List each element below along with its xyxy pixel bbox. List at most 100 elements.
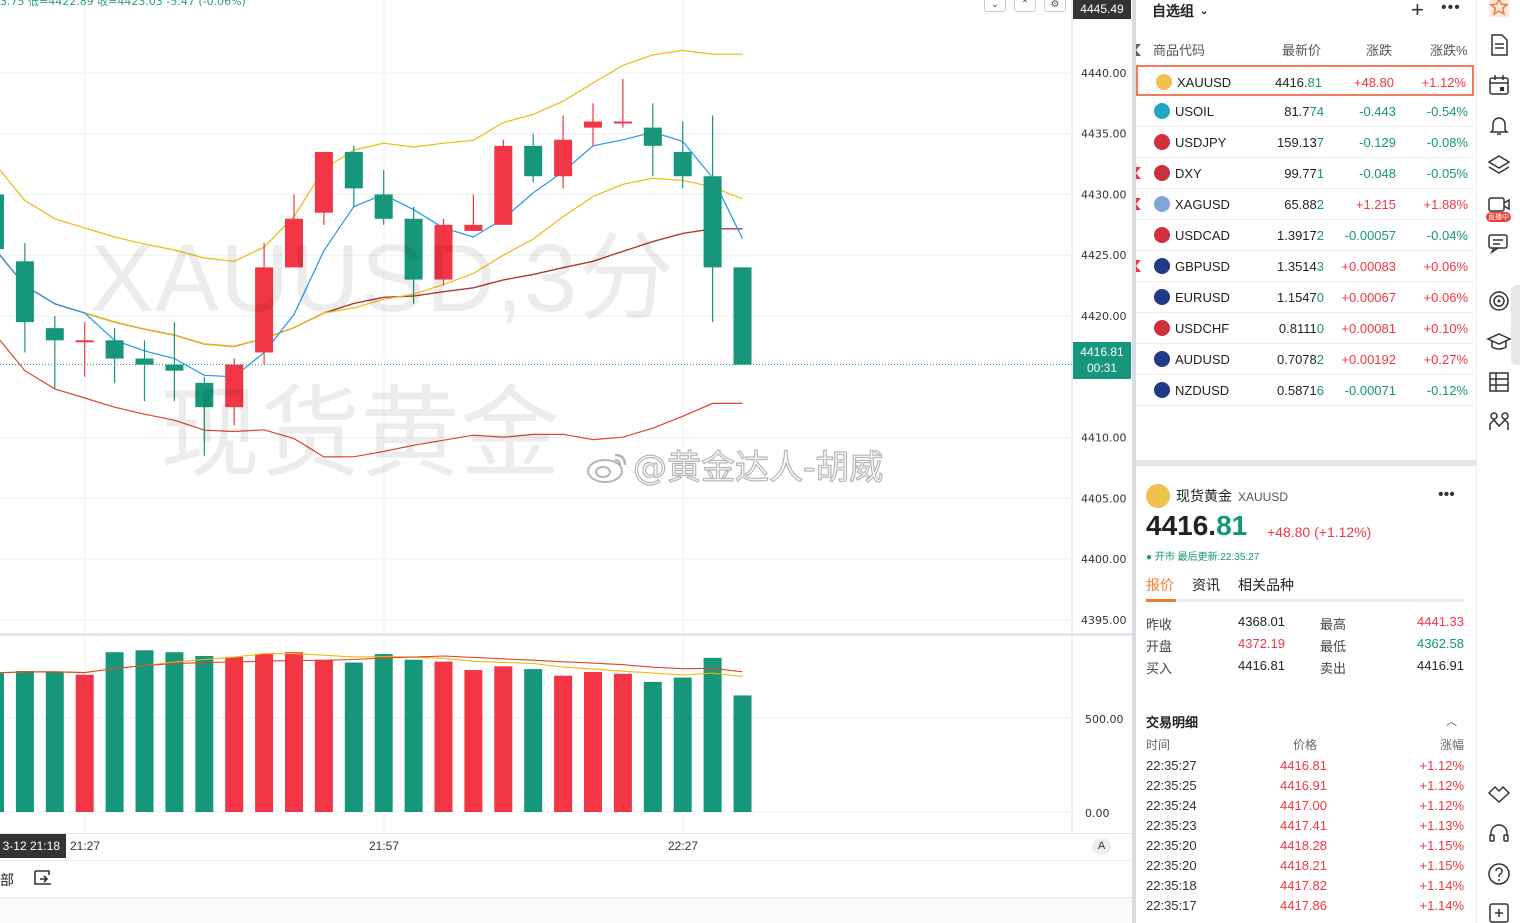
collapse-up-icon[interactable]: ⌃ — [1014, 0, 1036, 12]
watchlist-row[interactable]: XAUUSD 4416.81 +48.80 +1.12% — [1136, 65, 1474, 96]
flag-marker-icon[interactable] — [1136, 167, 1141, 179]
trade-price: 4417.41 — [1280, 818, 1327, 833]
trade-pct: +1.12% — [1419, 798, 1464, 813]
volume-bar — [135, 650, 154, 812]
trade-row: 22:35:25 4416.91 +1.12% — [1146, 778, 1464, 798]
volume-bar — [584, 671, 602, 812]
watchlist-change: +1.215 — [1355, 197, 1396, 212]
market-status: ● 开市 最后更新:22:35:27 — [1146, 552, 1260, 563]
candle-body — [643, 127, 662, 146]
col-price: 价格 — [1293, 738, 1318, 752]
watchlist-row[interactable]: EURUSD 1.15470 +0.00067 +0.06% — [1136, 282, 1474, 313]
detail-header: 现货黄金 XAUUSD — [1146, 484, 1288, 508]
detail-symbol: XAUUSD — [1238, 490, 1289, 504]
alert-bell-icon[interactable] — [1486, 112, 1512, 138]
watchlist-group-selector[interactable]: 自选组 ⌄ — [1152, 1, 1208, 21]
watchlist-row[interactable]: USDCHF 0.81110 +0.00081 +0.10% — [1136, 313, 1474, 344]
bottom-tool-label[interactable]: 部 — [0, 870, 14, 890]
settings-icon[interactable]: ⚙ — [1044, 0, 1066, 12]
target-icon[interactable] — [1486, 288, 1512, 314]
volume-bar — [314, 659, 333, 812]
layers-icon[interactable] — [1486, 152, 1512, 178]
flag-marker-icon[interactable] — [1136, 260, 1141, 272]
add-symbol-icon[interactable]: + — [1411, 0, 1424, 23]
calendar-icon[interactable] — [1486, 72, 1512, 98]
col-last[interactable]: 最新价 — [1282, 40, 1321, 59]
tab-related[interactable]: 相关品种 — [1238, 575, 1294, 595]
trade-row: 22:35:23 4417.41 +1.13% — [1146, 818, 1464, 838]
flag-marker-icon[interactable] — [1136, 198, 1141, 210]
watchlist-change-pct: -0.08% — [1426, 135, 1468, 150]
quote-value: 4416.81 — [1238, 658, 1285, 673]
watchlist-row[interactable]: USOIL 81.774 -0.443 -0.54% — [1136, 96, 1474, 127]
auto-scale-button[interactable]: A — [1092, 838, 1111, 855]
symbol-watermark: XAUUSD,3分 — [90, 225, 676, 332]
flag-column-icon[interactable] — [1136, 44, 1141, 56]
watchlist-row[interactable]: USDJPY 159.137 -0.129 -0.08% — [1136, 127, 1474, 158]
watchlist-row[interactable]: NZDUSD 0.58716 -0.00071 -0.12% — [1136, 375, 1474, 406]
watchlist-change-pct: +1.88% — [1423, 197, 1468, 212]
volume-bar — [225, 656, 244, 812]
table-icon[interactable] — [1486, 369, 1512, 395]
volume-bar — [673, 677, 692, 812]
handshake-icon[interactable] — [1486, 781, 1512, 807]
tab-news[interactable]: 资讯 — [1192, 575, 1220, 595]
weibo-logo-icon — [587, 453, 627, 483]
more-icon[interactable]: ••• — [1438, 486, 1455, 504]
watchlist-change-pct: -0.12% — [1426, 383, 1468, 398]
watchlist-symbol: DXY — [1175, 166, 1202, 181]
watchlist-row[interactable]: DXY 99.771 -0.048 -0.05% — [1136, 158, 1474, 189]
trade-price: 4416.81 — [1280, 758, 1327, 773]
price-axis-label: 4400.00 — [1081, 553, 1127, 566]
watchlist-change: -0.00071 — [1344, 383, 1396, 398]
trade-price: 4418.21 — [1280, 858, 1327, 873]
trade-pct: +1.15% — [1419, 858, 1464, 873]
bar-countdown: 00:31 — [1086, 361, 1118, 375]
volume-bar — [165, 652, 184, 812]
collapse-down-icon[interactable]: ⌄ — [984, 0, 1006, 12]
watchlist-last: 0.81110 — [1278, 321, 1324, 336]
quote-key: 开盘 — [1146, 639, 1173, 654]
col-symbol[interactable]: 商品代码 — [1153, 40, 1205, 59]
current-price: 4416.81 — [1080, 345, 1124, 359]
watchlist-row[interactable]: GBPUSD 1.35143 +0.00083 +0.06% — [1136, 251, 1474, 282]
community-icon[interactable] — [1486, 408, 1512, 434]
headset-icon[interactable] — [1486, 821, 1512, 847]
candle-body — [344, 151, 363, 189]
panel-divider[interactable] — [1136, 460, 1476, 466]
col-pct: 涨幅 — [1439, 738, 1464, 752]
volume-bar — [255, 654, 274, 812]
watchlist-row[interactable]: AUDUSD 0.70782 +0.00192 +0.27% — [1136, 344, 1474, 375]
replay-icon[interactable] — [32, 867, 54, 889]
trade-row: 22:35:27 4416.81 +1.12% — [1146, 758, 1464, 778]
chat-icon[interactable] — [1486, 230, 1512, 256]
col-change-pct[interactable]: 涨跌% — [1430, 40, 1468, 59]
time-axis[interactable]: 3-12 21:18 21:27 21:57 22:27 A — [0, 833, 1132, 858]
watchlist-change: +48.80 — [1353, 75, 1394, 90]
candle-body — [15, 261, 34, 323]
watchlist-symbol: EURUSD — [1175, 290, 1230, 305]
watchlist-row[interactable]: XAGUSD 65.882 +1.215 +1.88% — [1136, 189, 1474, 220]
education-icon[interactable] — [1486, 329, 1512, 355]
settings-icon[interactable] — [1486, 900, 1512, 923]
watchlist-row[interactable]: USDCAD 1.39172 -0.00057 -0.04% — [1136, 220, 1474, 251]
chevron-up-icon[interactable]: ︿ — [1446, 713, 1457, 729]
tab-quote[interactable]: 报价 — [1146, 575, 1174, 595]
chart-area[interactable]: 4440.00 4435.00 4430.00 4425.00 4420.00 4410.… — [0, 0, 1132, 923]
volume-bar — [494, 666, 513, 812]
volume-bar — [524, 669, 543, 812]
candle-body — [673, 151, 692, 177]
volume-bar — [285, 652, 303, 812]
us-flag-icon — [1154, 134, 1170, 150]
watchlist-star-icon[interactable] — [1486, 0, 1512, 20]
more-icon[interactable]: ••• — [1441, 0, 1461, 17]
watchlist-last: 99.771 — [1284, 166, 1324, 181]
sidebar-grip[interactable] — [1511, 285, 1520, 365]
gold-icon — [1156, 74, 1172, 90]
active-tab-indicator — [1146, 599, 1176, 602]
watchlist-change: -0.00057 — [1344, 228, 1396, 243]
document-icon[interactable] — [1486, 32, 1512, 58]
trade-pct: +1.12% — [1419, 758, 1464, 773]
help-icon[interactable] — [1486, 861, 1512, 887]
col-change[interactable]: 涨跌 — [1366, 40, 1392, 59]
